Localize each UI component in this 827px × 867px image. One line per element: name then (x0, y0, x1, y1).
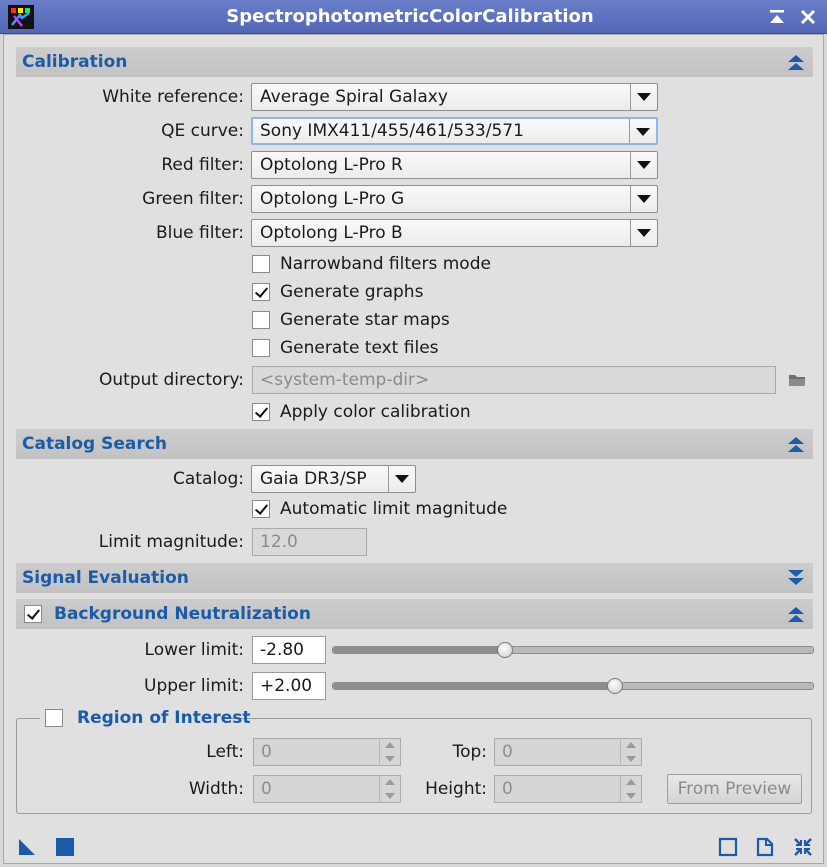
green-filter-combo[interactable]: Optolong L-Pro G (251, 185, 658, 213)
generate-text-files-checkbox[interactable] (252, 339, 270, 357)
roi-height-label: Height: (425, 779, 487, 799)
chevron-down-icon[interactable] (629, 119, 656, 143)
chevron-down-icon[interactable] (388, 466, 415, 492)
generate-text-files-label[interactable]: Generate text files (280, 336, 439, 360)
upper-limit-input[interactable]: +2.00 (252, 672, 326, 700)
region-of-interest-checkbox[interactable] (45, 709, 63, 727)
blue-filter-label: Blue filter: (156, 223, 244, 243)
green-filter-value: Optolong L-Pro G (260, 189, 405, 209)
generate-star-maps-label[interactable]: Generate star maps (280, 308, 450, 332)
roi-left-spinbox[interactable]: 0 (253, 738, 401, 766)
apply-color-calibration-label[interactable]: Apply color calibration (280, 400, 471, 424)
roi-left-value: 0 (261, 742, 272, 762)
section-background-neutralization[interactable]: Background Neutralization (16, 599, 813, 629)
upper-limit-slider-fill (333, 683, 617, 689)
roi-top-value: 0 (502, 742, 513, 762)
lower-limit-slider[interactable] (332, 646, 814, 654)
region-of-interest-header: Region of Interest (40, 706, 251, 730)
generate-graphs-checkbox[interactable] (252, 283, 270, 301)
execute-global-icon[interactable] (55, 837, 75, 857)
automatic-limit-magnitude-label[interactable]: Automatic limit magnitude (280, 497, 507, 521)
generate-star-maps-checkbox[interactable] (252, 311, 270, 329)
red-filter-label: Red filter: (161, 155, 244, 175)
roi-width-value: 0 (261, 779, 272, 799)
blue-filter-value: Optolong L-Pro B (260, 223, 403, 243)
preferences-icon[interactable] (793, 837, 813, 857)
lower-limit-input[interactable]: -2.80 (252, 636, 326, 664)
automatic-limit-magnitude-checkbox[interactable] (252, 500, 270, 518)
collapse-icon[interactable] (787, 605, 805, 623)
expand-icon[interactable] (787, 569, 805, 587)
reset-icon[interactable] (755, 837, 775, 857)
section-calibration[interactable]: Calibration (16, 47, 813, 77)
white-reference-value: Average Spiral Galaxy (260, 87, 448, 107)
red-filter-combo[interactable]: Optolong L-Pro R (251, 151, 658, 179)
section-signal-evaluation-title: Signal Evaluation (22, 568, 189, 588)
new-instance-icon[interactable] (17, 837, 37, 857)
window-title: SpectrophotometricColorCalibration (226, 6, 594, 27)
limit-magnitude-input[interactable]: 12.0 (252, 528, 367, 556)
section-catalog-search-title: Catalog Search (22, 434, 167, 454)
background-neutralization-checkbox[interactable] (24, 605, 42, 623)
spin-arrows-icon[interactable] (620, 739, 641, 765)
catalog-label: Catalog: (172, 469, 244, 489)
shade-icon[interactable] (766, 6, 788, 28)
chevron-down-icon[interactable] (630, 220, 657, 246)
spin-arrows-icon[interactable] (379, 776, 400, 802)
roi-top-label: Top: (452, 742, 487, 762)
white-reference-combo[interactable]: Average Spiral Galaxy (251, 83, 658, 111)
roi-height-value: 0 (502, 779, 513, 799)
upper-limit-slider[interactable] (332, 682, 814, 690)
from-preview-button[interactable]: From Preview (667, 774, 802, 804)
blue-filter-combo[interactable]: Optolong L-Pro B (251, 219, 658, 247)
window-titlebar: SpectrophotometricColorCalibration (0, 0, 827, 34)
white-reference-label: White reference: (102, 87, 244, 107)
lower-limit-label: Lower limit: (144, 640, 244, 660)
roi-left-label: Left: (206, 742, 244, 762)
collapse-icon[interactable] (787, 435, 805, 453)
upper-limit-label: Upper limit: (144, 676, 244, 696)
output-directory-label: Output directory: (99, 370, 244, 390)
roi-top-spinbox[interactable]: 0 (494, 738, 642, 766)
narrowband-label[interactable]: Narrowband filters mode (280, 252, 491, 276)
qe-curve-label: QE curve: (161, 121, 244, 141)
collapse-icon[interactable] (787, 53, 805, 71)
section-catalog-search[interactable]: Catalog Search (16, 429, 813, 459)
close-icon[interactable] (797, 6, 819, 28)
catalog-combo[interactable]: Gaia DR3/SP (251, 465, 416, 493)
folder-icon[interactable] (788, 372, 806, 388)
lower-limit-slider-fill (333, 647, 506, 653)
red-filter-value: Optolong L-Pro R (260, 155, 403, 175)
chevron-down-icon[interactable] (630, 186, 657, 212)
pixinsight-icon[interactable] (8, 5, 34, 29)
region-of-interest-title: Region of Interest (77, 708, 251, 728)
spin-arrows-icon[interactable] (620, 776, 641, 802)
lower-limit-slider-handle[interactable] (496, 642, 513, 658)
limit-magnitude-label: Limit magnitude: (98, 532, 244, 552)
section-calibration-title: Calibration (22, 52, 128, 72)
roi-height-spinbox[interactable]: 0 (494, 775, 642, 803)
section-background-neutralization-title: Background Neutralization (54, 604, 311, 624)
generate-graphs-label[interactable]: Generate graphs (280, 280, 423, 304)
roi-width-label: Width: (188, 779, 244, 799)
section-signal-evaluation[interactable]: Signal Evaluation (16, 563, 813, 593)
roi-width-spinbox[interactable]: 0 (253, 775, 401, 803)
spin-arrows-icon[interactable] (379, 739, 400, 765)
qe-curve-value: Sony IMX411/455/461/533/571 (260, 121, 524, 141)
output-directory-input[interactable]: <system-temp-dir> (252, 366, 776, 394)
qe-curve-combo[interactable]: Sony IMX411/455/461/533/571 (251, 117, 658, 145)
green-filter-label: Green filter: (142, 189, 244, 209)
chevron-down-icon[interactable] (630, 152, 657, 178)
catalog-value: Gaia DR3/SP (260, 469, 367, 489)
apply-color-calibration-checkbox[interactable] (252, 403, 270, 421)
narrowband-checkbox[interactable] (252, 255, 270, 273)
chevron-down-icon[interactable] (630, 84, 657, 110)
browse-documentation-icon[interactable] (718, 837, 738, 857)
